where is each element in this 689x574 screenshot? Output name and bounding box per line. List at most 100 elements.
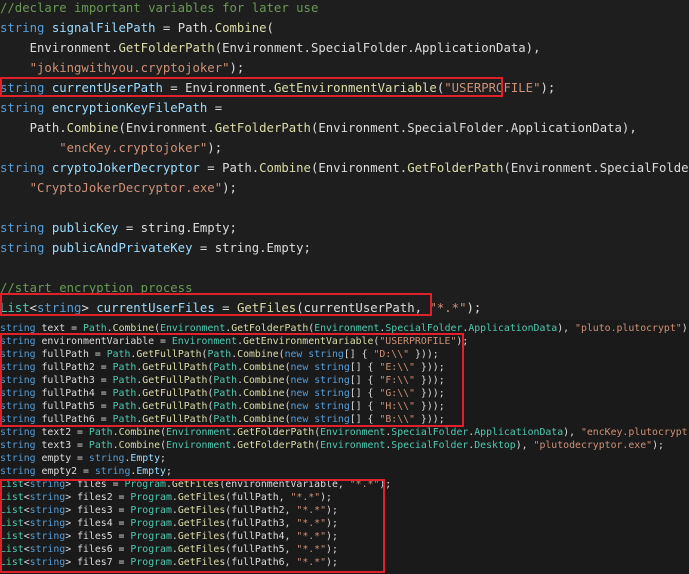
code-token: encryptionKeyFilePath: [51, 101, 208, 115]
code-token: publicKey: [51, 221, 119, 235]
code-token: = Path.: [155, 21, 215, 35]
code-token: );: [466, 301, 482, 315]
code-token: "jokingwithyou.cryptojoker": [0, 61, 230, 75]
code-token: string: [94, 466, 131, 477]
code-token: (Environment.: [118, 121, 215, 135]
code-token: "CryptoJokerDecryptor.exe": [0, 181, 223, 195]
bottom-code-line-12: string empty2 = string.Empty;: [0, 465, 172, 478]
code-token: Environment: [320, 427, 386, 438]
code-token: SpecialFolder: [391, 427, 469, 438]
code-token: string: [0, 21, 45, 35]
top-code-line-9: string cryptoJokerDecryptor = Path.Combi…: [0, 158, 689, 178]
top-code-line-1: //declare important variables for later …: [0, 0, 318, 18]
code-token: "encKey.cryptojoker": [0, 141, 208, 155]
code-token: ),: [557, 323, 576, 334]
code-token: );: [681, 323, 689, 334]
top-code-line-2: string signalFilePath = Path.Combine(: [0, 18, 274, 38]
code-token: "pluto.plutocrypt": [575, 323, 682, 334]
code-token: = string.Empty;: [192, 241, 311, 255]
code-token: Path.: [0, 121, 67, 135]
code-token: );: [652, 440, 664, 451]
code-token: ),: [515, 440, 534, 451]
highlight-box-getfiles-calls: [0, 479, 385, 573]
code-token: string: [0, 161, 45, 175]
code-token: SpecialFolder: [391, 440, 469, 451]
code-token: string: [0, 466, 36, 477]
code-token: GetFolderPath: [407, 161, 504, 175]
code-token: empty =: [35, 453, 89, 464]
code-token: (Environment.SpecialFolder.ApplicationDa…: [214, 41, 541, 55]
code-token: GetFolderPath: [214, 121, 311, 135]
code-token: GetFolderPath: [237, 440, 315, 451]
code-token: Path: [88, 427, 113, 438]
code-token: Combine: [118, 427, 161, 438]
highlight-box-current-user-path: [0, 77, 503, 97]
code-token: );: [207, 141, 223, 155]
code-token: (Environment.SpecialFolder.Desktop),: [503, 161, 689, 175]
code-token: =: [207, 101, 223, 115]
top-code-line-13: string publicAndPrivateKey = string.Empt…: [0, 238, 311, 258]
code-token: string: [0, 221, 45, 235]
code-token: (: [266, 21, 274, 35]
code-token: string: [0, 101, 45, 115]
code-token: GetFolderPath: [237, 427, 315, 438]
code-token: Combine: [259, 161, 311, 175]
code-token: publicAndPrivateKey: [51, 241, 193, 255]
top-code-line-12: string publicKey = string.Empty;: [0, 218, 237, 238]
code-token: ),: [563, 427, 581, 438]
code-token: Combine: [66, 121, 119, 135]
top-code-line-4: "jokingwithyou.cryptojoker");: [0, 58, 245, 78]
code-token: text2 =: [35, 427, 89, 438]
code-token: );: [222, 181, 237, 195]
code-token: "plutodecryptor.exe": [533, 440, 653, 451]
code-token: GetFolderPath: [118, 41, 215, 55]
top-code-line-10: "CryptoJokerDecryptor.exe");: [0, 178, 237, 198]
code-token: (Environment.: [310, 161, 408, 175]
code-token: Combine: [214, 21, 267, 35]
bottom-code-line-10: string text3 = Path.Combine(Environment.…: [0, 439, 664, 452]
code-token: ApplicationData: [468, 323, 558, 334]
code-token: Combine: [118, 440, 161, 451]
code-token: ;: [165, 466, 172, 477]
code-token: signalFilePath: [51, 21, 156, 35]
code-token: cryptoJokerDecryptor: [51, 161, 200, 175]
code-token: text3 =: [35, 440, 89, 451]
highlight-box-drive-paths: [0, 333, 464, 427]
code-token: Environment: [320, 440, 386, 451]
code-token: ApplicationData: [474, 427, 564, 438]
code-panel-top: //declare important variables for later …: [0, 0, 689, 320]
code-token: string: [0, 440, 36, 451]
code-token: Environment.: [0, 41, 119, 55]
bottom-code-line-9: string text2 = Path.Combine(Environment.…: [0, 426, 689, 439]
code-token: = string.Empty;: [118, 221, 237, 235]
code-token: "encKey.plutocrypt": [580, 427, 689, 438]
code-token: );: [229, 61, 245, 75]
code-token: string: [0, 241, 45, 255]
code-token: (Environment.SpecialFolder.ApplicationDa…: [310, 121, 637, 135]
bottom-code-line-11: string empty = string.Empty;: [0, 452, 166, 465]
code-token: string: [0, 453, 36, 464]
code-token: );: [540, 81, 556, 95]
code-token: Empty: [130, 453, 161, 464]
code-token: = Path.: [199, 161, 260, 175]
highlight-box-current-user-files: [0, 293, 432, 316]
code-token: ;: [160, 453, 166, 464]
top-code-line-6: string encryptionKeyFilePath =: [0, 98, 222, 118]
code-token: "*.*": [429, 301, 467, 315]
code-token: //declare important variables for later …: [0, 1, 319, 15]
code-token: Path: [88, 440, 113, 451]
top-code-line-7: Path.Combine(Environment.GetFolderPath(E…: [0, 118, 637, 138]
code-token: empty2 =: [35, 466, 95, 477]
code-token: string: [0, 427, 36, 438]
code-token: Environment: [166, 440, 232, 451]
code-token: string: [88, 453, 125, 464]
code-token: Desktop: [474, 440, 516, 451]
code-token: Environment: [166, 427, 232, 438]
top-code-line-3: Environment.GetFolderPath(Environment.Sp…: [0, 38, 541, 58]
top-code-line-8: "encKey.cryptojoker");: [0, 138, 222, 158]
